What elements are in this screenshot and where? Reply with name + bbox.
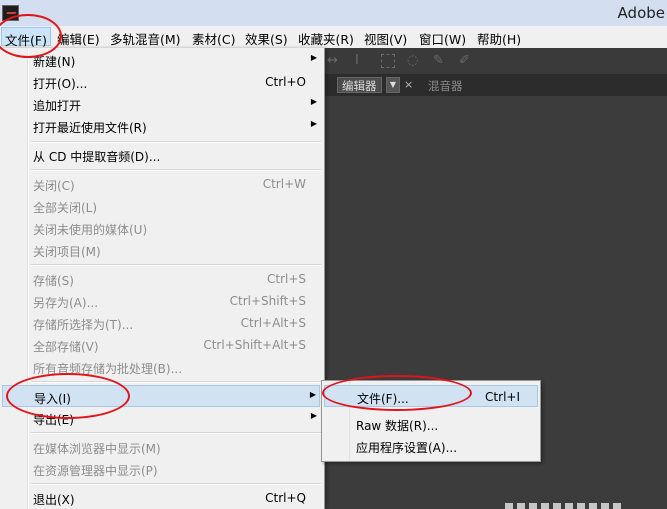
menu-multitrack[interactable]: 多轨混音(M)	[110, 29, 181, 48]
submenu-item-raw-data[interactable]: Raw 数据(R)...	[324, 413, 538, 435]
menu-effects[interactable]: 效果(S)	[245, 29, 288, 48]
menu-item-close[interactable]: 关闭(C) Ctrl+W	[2, 173, 320, 195]
submenu-arrow-icon: ▶	[310, 53, 317, 62]
menu-item-show-in-media-browser[interactable]: 在媒体浏览器中显示(M)	[2, 436, 320, 458]
file-menu: 新建(N) ▶ 打开(O)... Ctrl+O 追加打开 ▶ 打开最近使用文件(R) ▶…	[0, 48, 325, 509]
menu-item-save-selection-as[interactable]: 存储所选择为(T)... Ctrl+Alt+S	[2, 312, 320, 334]
menu-item-export[interactable]: 导出(E) ▶	[2, 407, 320, 429]
menu-separator	[31, 264, 321, 266]
menu-help[interactable]: 帮助(H)	[477, 29, 521, 48]
menu-clip[interactable]: 素材(C)	[192, 29, 235, 48]
time-selection-tool-icon[interactable]: ↔	[327, 53, 338, 68]
menu-item-open-recent[interactable]: 打开最近使用文件(R) ▶	[2, 115, 320, 137]
menu-item-append-open[interactable]: 追加打开 ▶	[2, 93, 320, 115]
menu-item-open[interactable]: 打开(O)... Ctrl+O	[2, 71, 320, 93]
menu-window[interactable]: 窗口(W)	[419, 29, 466, 48]
watermark	[505, 503, 625, 509]
menu-separator	[31, 141, 321, 143]
menu-item-exit[interactable]: 退出(X) Ctrl+Q	[2, 487, 320, 509]
menu-separator	[31, 169, 321, 171]
lasso-tool-icon[interactable]: ◌	[407, 53, 418, 68]
menu-item-save-all[interactable]: 全部存储(V) Ctrl+Shift+Alt+S	[2, 334, 320, 356]
submenu-arrow-icon: ▶	[310, 119, 317, 128]
submenu-item-file[interactable]: 文件(F)... Ctrl+I	[324, 385, 538, 407]
menu-file[interactable]: 文件(F)	[1, 27, 51, 48]
brush-tool-icon[interactable]: ✎	[433, 53, 444, 68]
menu-item-extract-cd[interactable]: 从 CD 中提取音频(D)...	[2, 144, 320, 166]
tab-editor[interactable]: 编辑器	[337, 77, 382, 93]
menu-edit[interactable]: 编辑(E)	[57, 29, 100, 48]
menu-separator	[31, 381, 321, 383]
menu-item-save-all-batch[interactable]: 所有音频存储为批处理(B)...	[2, 356, 320, 378]
toolbar: ↔ I ◌ ✎ ✐	[325, 48, 667, 74]
menu-view[interactable]: 视图(V)	[364, 29, 407, 48]
menu-separator	[31, 432, 321, 434]
submenu-item-app-settings[interactable]: 应用程序设置(A)...	[324, 435, 538, 457]
menu-item-save[interactable]: 存储(S) Ctrl+S	[2, 268, 320, 290]
close-icon[interactable]: ×	[404, 78, 413, 91]
menu-item-close-all[interactable]: 全部关闭(L)	[2, 195, 320, 217]
menu-item-import[interactable]: 导入(I) ▶	[2, 385, 320, 407]
menu-bar: 文件(F) 编辑(E) 多轨混音(M) 素材(C) 效果(S) 收藏夹(R) 视…	[0, 26, 667, 49]
submenu-arrow-icon: ▶	[310, 411, 317, 420]
marquee-tool-icon[interactable]	[381, 54, 395, 68]
chevron-down-icon[interactable]: ▼	[386, 77, 400, 93]
menu-favorites[interactable]: 收藏夹(R)	[298, 29, 354, 48]
submenu-arrow-icon: ▶	[309, 390, 316, 399]
menu-item-new[interactable]: 新建(N) ▶	[2, 49, 320, 71]
menu-separator	[31, 483, 321, 485]
menu-item-close-unused-media[interactable]: 关闭未使用的媒体(U)	[2, 217, 320, 239]
menu-item-close-project[interactable]: 关闭项目(M)	[2, 239, 320, 261]
menu-item-save-as[interactable]: 另存为(A)... Ctrl+Shift+S	[2, 290, 320, 312]
window-title: Adobe	[617, 4, 665, 22]
menu-item-show-in-explorer[interactable]: 在资源管理器中显示(P)	[2, 458, 320, 480]
submenu-arrow-icon: ▶	[310, 97, 317, 106]
app-icon[interactable]	[2, 5, 19, 21]
text-cursor-tool-icon[interactable]: I	[355, 53, 359, 68]
tab-mixer[interactable]: 混音器	[428, 78, 463, 94]
title-bar: Adobe	[0, 0, 667, 26]
spot-healing-tool-icon[interactable]: ✐	[459, 53, 470, 68]
import-submenu: 文件(F)... Ctrl+I Raw 数据(R)... 应用程序设置(A)...	[321, 380, 541, 462]
